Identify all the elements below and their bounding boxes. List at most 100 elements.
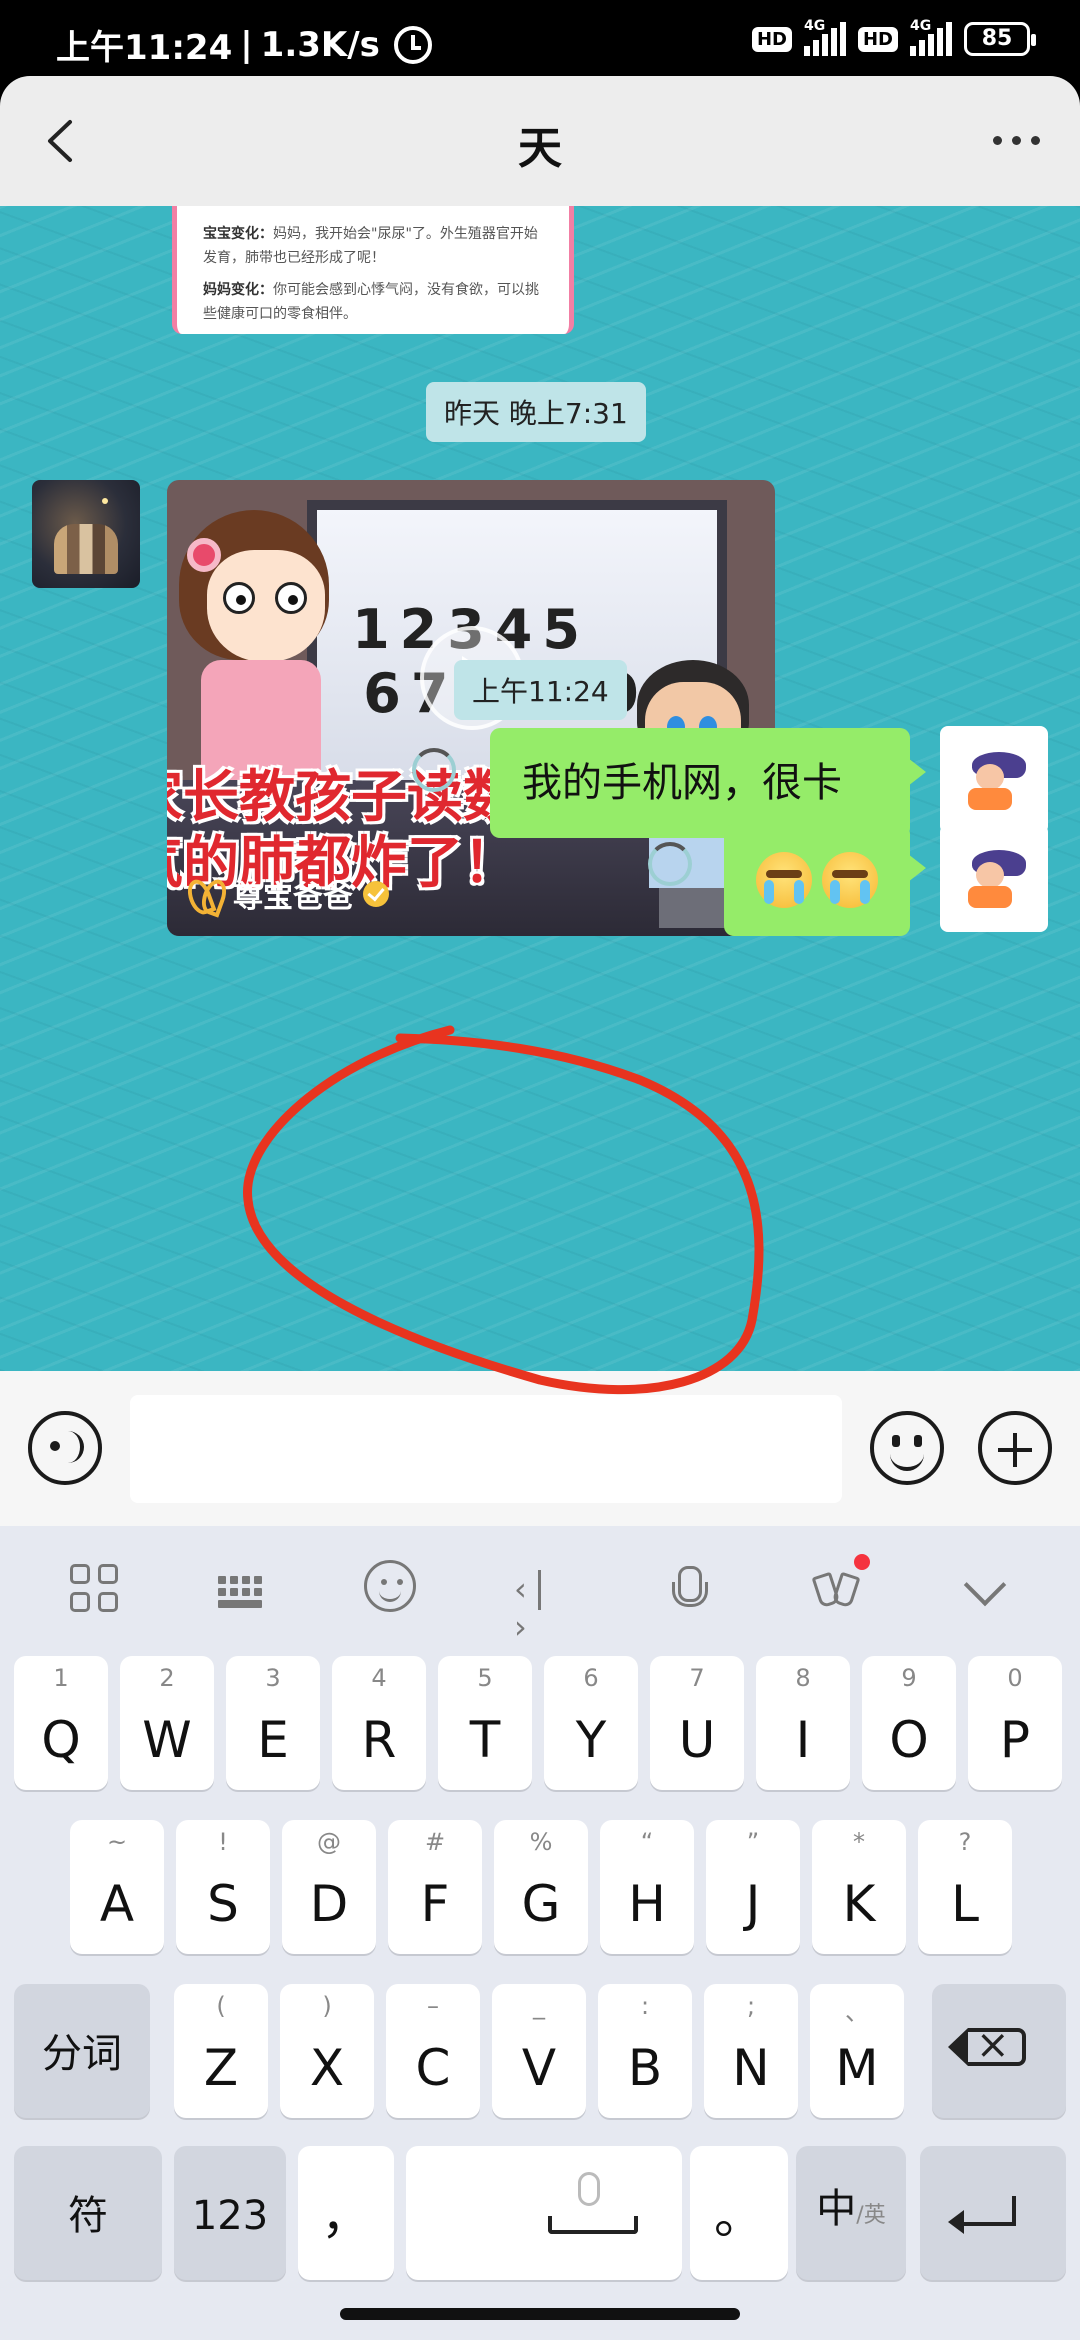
chat-title: 天 bbox=[518, 123, 562, 174]
fenci-key[interactable]: 分词 bbox=[14, 1984, 150, 2118]
key-r[interactable]: 4R bbox=[332, 1656, 426, 1790]
chat-header: 天 bbox=[0, 76, 1080, 206]
battery-icon: 85 bbox=[964, 22, 1036, 56]
key-label: P bbox=[999, 1711, 1031, 1769]
key-label: W bbox=[142, 1711, 192, 1769]
previous-article-card[interactable]: 宝宝变化：妈妈，我开始会"尿尿"了。外生殖器官开始发育，肺带也已经形成了呢！ 妈… bbox=[172, 206, 574, 334]
crying-face-icon bbox=[822, 852, 878, 908]
language-switch-key[interactable]: 中/英 bbox=[796, 2146, 906, 2280]
key-q[interactable]: 1Q bbox=[14, 1656, 108, 1790]
signal-icon-2: 4G bbox=[910, 18, 952, 56]
key-label: M bbox=[835, 2039, 879, 2097]
alarm-icon bbox=[393, 25, 432, 64]
key-secondary-label: ( bbox=[216, 1992, 226, 2020]
key-c[interactable]: – C bbox=[386, 1984, 480, 2118]
key-secondary-label: ~ bbox=[106, 1828, 128, 1856]
key-label: V bbox=[521, 2039, 557, 2097]
brand-logo-icon bbox=[189, 879, 223, 909]
signal-icon: 4G bbox=[803, 18, 846, 56]
key-secondary-label: ! bbox=[218, 1828, 228, 1856]
clock: 上午11:24 bbox=[56, 28, 233, 68]
microphone-icon[interactable] bbox=[658, 1560, 718, 1620]
key-secondary-label: 9 bbox=[901, 1664, 917, 1692]
network-speed: 1.3K/s bbox=[260, 24, 380, 65]
comma-key[interactable]: ， bbox=[298, 2146, 394, 2280]
key-h[interactable]: “H bbox=[600, 1820, 694, 1954]
verified-icon bbox=[363, 881, 389, 907]
key-j[interactable]: ” J bbox=[706, 1820, 800, 1954]
key-label: E bbox=[257, 1711, 289, 1769]
key-e[interactable]: 3E bbox=[226, 1656, 320, 1790]
key-d[interactable]: @ D bbox=[282, 1820, 376, 1954]
cursor-move-icon[interactable] bbox=[510, 1560, 570, 1646]
my-avatar[interactable] bbox=[940, 726, 1048, 834]
key-secondary-label: 3 bbox=[265, 1664, 281, 1692]
key-label: N bbox=[732, 2039, 770, 2097]
key-label: X bbox=[309, 2039, 345, 2097]
key-secondary-label: – bbox=[427, 1992, 439, 2020]
key-s[interactable]: ! S bbox=[176, 1820, 270, 1954]
key-secondary-label: * bbox=[853, 1828, 865, 1856]
key-v[interactable]: _ V bbox=[492, 1984, 586, 2118]
emoji-message-bubble[interactable] bbox=[724, 824, 926, 936]
period-key[interactable]: 。 bbox=[690, 2146, 788, 2280]
emoji-keyboard-icon[interactable] bbox=[364, 1560, 416, 1612]
key-secondary-label: _ bbox=[533, 1992, 545, 2020]
key-a[interactable]: ~ A bbox=[70, 1820, 164, 1954]
key-label: Z bbox=[203, 2039, 239, 2097]
key-b[interactable]: :B bbox=[598, 1984, 692, 2118]
keyboard-switch-icon[interactable] bbox=[214, 1560, 274, 1620]
my-avatar-2[interactable] bbox=[940, 824, 1048, 932]
key-label: S bbox=[207, 1875, 239, 1933]
plus-icon[interactable] bbox=[978, 1411, 1052, 1485]
key-x[interactable]: ) X bbox=[280, 1984, 374, 2118]
grid-menu-icon[interactable] bbox=[66, 1560, 126, 1620]
key-secondary-label: @ bbox=[317, 1828, 341, 1856]
key-l[interactable]: ? L bbox=[918, 1820, 1012, 1954]
home-indicator[interactable] bbox=[340, 2308, 740, 2320]
key-label: U bbox=[678, 1711, 716, 1769]
key-k[interactable]: * K bbox=[812, 1820, 906, 1954]
cheers-icon[interactable] bbox=[806, 1554, 870, 1620]
message-input[interactable] bbox=[130, 1395, 842, 1503]
sender-avatar[interactable] bbox=[32, 480, 140, 588]
key-secondary-label: % bbox=[529, 1828, 553, 1856]
voice-input-icon[interactable] bbox=[28, 1411, 102, 1485]
more-options-icon[interactable] bbox=[986, 120, 1046, 160]
emoji-icon[interactable] bbox=[870, 1411, 944, 1485]
key-label: D bbox=[309, 1875, 349, 1933]
key-o[interactable]: 9O bbox=[862, 1656, 956, 1790]
key-i[interactable]: 8I bbox=[756, 1656, 850, 1790]
key-secondary-label: 、 bbox=[845, 1998, 869, 2026]
key-w[interactable]: 2W bbox=[120, 1656, 214, 1790]
key-g[interactable]: % G bbox=[494, 1820, 588, 1954]
key-z[interactable]: (Z bbox=[174, 1984, 268, 2118]
space-bar-icon bbox=[548, 2216, 638, 2234]
numbers-key[interactable]: 123 bbox=[174, 2146, 286, 2280]
status-left: 上午11:24 | 1.3K/s bbox=[56, 20, 432, 69]
message-bubble[interactable]: 我的手机网，很卡 bbox=[490, 728, 926, 838]
space-key[interactable] bbox=[406, 2146, 682, 2280]
key-p[interactable]: 0P bbox=[968, 1656, 1062, 1790]
key-u[interactable]: 7U bbox=[650, 1656, 744, 1790]
key-y[interactable]: 6Y bbox=[544, 1656, 638, 1790]
key-label: F bbox=[420, 1875, 450, 1933]
key-label: O bbox=[889, 1711, 929, 1769]
key-secondary-label: ; bbox=[746, 1992, 756, 2020]
key-label: R bbox=[361, 1711, 397, 1769]
delete-key[interactable] bbox=[932, 1984, 1066, 2118]
key-secondary-label: 7 bbox=[689, 1664, 705, 1692]
key-n[interactable]: ; N bbox=[704, 1984, 798, 2118]
chat-area[interactable]: 宝宝变化：妈妈，我开始会"尿尿"了。外生殖器官开始发育，肺带也已经形成了呢！ 妈… bbox=[0, 206, 1080, 1371]
collapse-keyboard-icon[interactable] bbox=[956, 1560, 1016, 1620]
symbols-key[interactable]: 符 bbox=[14, 2146, 162, 2280]
key-f[interactable]: # F bbox=[388, 1820, 482, 1954]
key-label: J bbox=[745, 1875, 761, 1933]
enter-key[interactable] bbox=[920, 2146, 1066, 2280]
key-secondary-label: 2 bbox=[159, 1664, 175, 1692]
key-t[interactable]: 5T bbox=[438, 1656, 532, 1790]
key-m[interactable]: 、 M bbox=[810, 1984, 904, 2118]
key-secondary-label: “ bbox=[640, 1828, 654, 1856]
key-label: I bbox=[795, 1711, 811, 1769]
sending-spinner-icon bbox=[412, 748, 456, 792]
